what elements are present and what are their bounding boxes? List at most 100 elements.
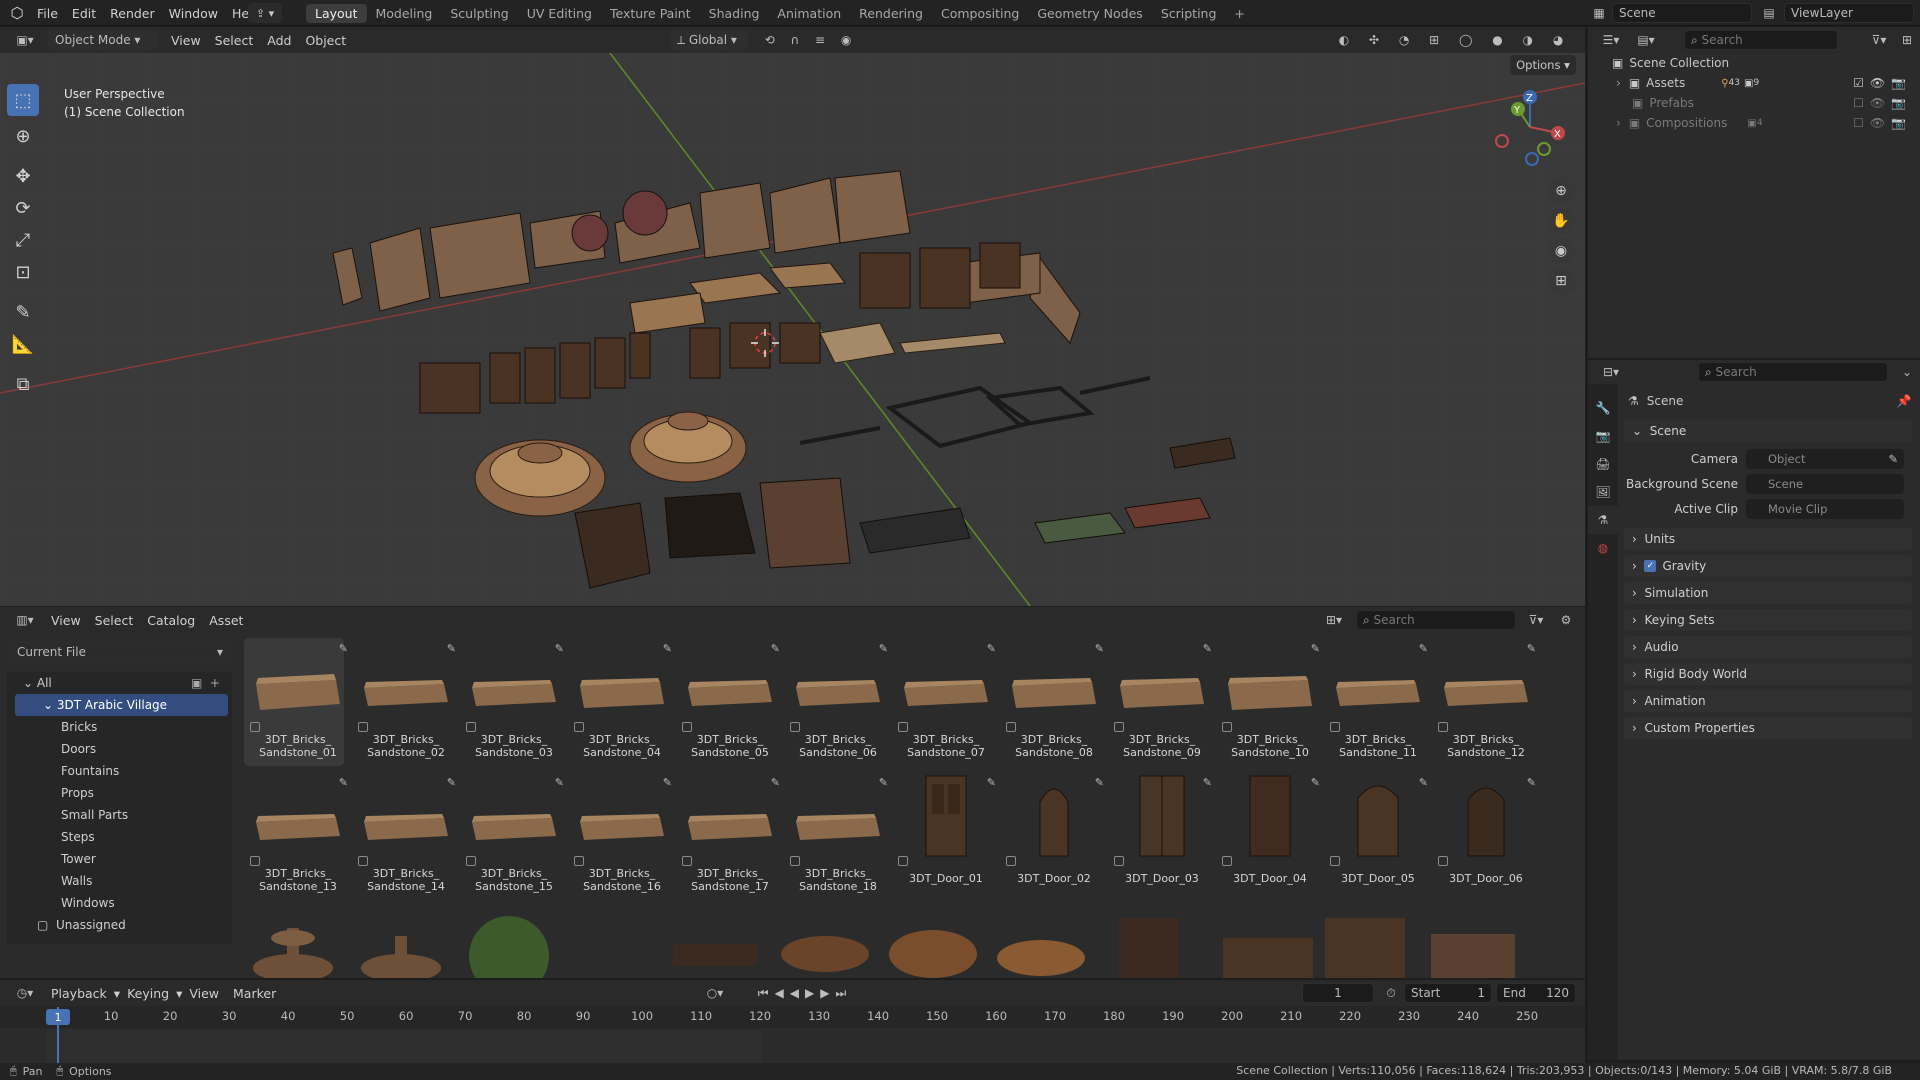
asset-checkbox[interactable] (1438, 856, 1448, 866)
catalog-props[interactable]: Props (7, 782, 232, 804)
view-layer-tab-icon[interactable]: 🖼 (1588, 478, 1618, 506)
asset-checkbox[interactable] (250, 856, 260, 866)
asset-checkbox[interactable] (1438, 722, 1448, 732)
tab-shading[interactable]: Shading (700, 4, 769, 23)
asset-checkbox[interactable] (250, 722, 260, 732)
timeline-menu-marker[interactable]: Marker (226, 986, 283, 1001)
preview-range-icon[interactable]: ⏱ (1382, 984, 1400, 1002)
asset-tile[interactable]: ✎ 3DT_Bricks_ Sandstone_06 (784, 638, 888, 766)
tab-texture-paint[interactable]: Texture Paint (601, 4, 700, 23)
expand-icon[interactable]: › (1616, 116, 1621, 130)
outliner-row-assets[interactable]: › ▣ Assets ⚲ 43 ▣ 9 ☑👁📷 (1588, 73, 1920, 93)
properties-search-input[interactable]: ⌕ Search (1698, 362, 1888, 382)
tab-modeling[interactable]: Modeling (367, 4, 442, 23)
edit-asset-icon[interactable]: ✎ (879, 776, 888, 789)
tab-geometry-nodes[interactable]: Geometry Nodes (1028, 4, 1151, 23)
tool-tab-icon[interactable]: 🔧 (1588, 394, 1618, 422)
asset-menu-view[interactable]: View (44, 613, 88, 628)
asset-checkbox[interactable] (1006, 856, 1016, 866)
edit-asset-icon[interactable]: ✎ (1419, 776, 1428, 789)
expand-icon[interactable]: › (1616, 76, 1621, 90)
catalog-doors[interactable]: Doors (7, 738, 232, 760)
asset-tile[interactable]: ✎ 3DT_Bricks_ Sandstone_16 (568, 772, 672, 900)
asset-checkbox[interactable] (1114, 722, 1124, 732)
scene-selector[interactable]: Scene (1612, 3, 1752, 23)
edit-asset-icon[interactable]: ✎ (339, 776, 348, 789)
tab-compositing[interactable]: Compositing (932, 4, 1028, 23)
catalog-small-parts[interactable]: Small Parts (7, 804, 232, 826)
asset-checkbox[interactable] (1222, 856, 1232, 866)
asset-tile[interactable]: ✎ 3DT_Bricks_ Sandstone_11 (1324, 638, 1428, 766)
edit-asset-icon[interactable]: ✎ (771, 776, 780, 789)
transform-icon[interactable]: ⊡ (7, 256, 39, 288)
catalog-fountains[interactable]: Fountains (7, 760, 232, 782)
output-tab-icon[interactable]: 🖨 (1588, 450, 1618, 478)
camera-field[interactable]: Object ✎ (1746, 449, 1904, 469)
panel-audio[interactable]: › Audio (1624, 636, 1912, 658)
asset-tile[interactable]: ✎ 3DT_Bricks_ Sandstone_02 (352, 638, 456, 766)
edit-asset-icon[interactable]: ✎ (1203, 776, 1212, 789)
tab-scripting[interactable]: Scripting (1152, 4, 1226, 23)
asset-checkbox[interactable] (358, 856, 368, 866)
asset-menu-select[interactable]: Select (88, 613, 141, 628)
asset-tile[interactable]: ✎ 3DT_Bricks_ Sandstone_08 (1000, 638, 1104, 766)
tab-sculpting[interactable]: Sculpting (441, 4, 517, 23)
panel-units[interactable]: › Units (1624, 528, 1912, 550)
edit-asset-icon[interactable]: ✎ (771, 642, 780, 655)
asset-checkbox[interactable] (898, 722, 908, 732)
asset-tile[interactable]: ✎ 3DT_Door_06 (1432, 772, 1536, 900)
asset-checkbox[interactable] (1006, 722, 1016, 732)
menu-window[interactable]: Window (162, 6, 225, 21)
asset-tile[interactable]: ✎ 3DT_Door_02 (1000, 772, 1104, 900)
options-dropdown[interactable]: Options ▾ (1510, 55, 1576, 75)
asset-tile[interactable]: ✎ 3DT_Bricks_ Sandstone_13 (244, 772, 348, 900)
asset-tile[interactable]: ✎ 3DT_Bricks_ Sandstone_12 (1432, 638, 1536, 766)
asset-checkbox[interactable] (574, 856, 584, 866)
end-frame-field[interactable]: End 120 (1496, 983, 1576, 1003)
asset-tile[interactable]: ✎ 3DT_Door_03 (1108, 772, 1212, 900)
timeline[interactable]: 10 20 30 40 50 60 70 80 90 100 110 120 130 140 150 160 1… (0, 1006, 1585, 1063)
menu-file[interactable]: File (30, 6, 65, 21)
asset-checkbox[interactable] (1330, 722, 1340, 732)
asset-checkbox[interactable] (574, 722, 584, 732)
playhead-frame[interactable]: 1 (46, 1009, 70, 1025)
outliner-filter-icon[interactable]: ⊽▾ (1864, 31, 1894, 49)
asset-checkbox[interactable] (790, 856, 800, 866)
panel-keying-sets[interactable]: › Keying Sets (1624, 609, 1912, 631)
edit-asset-icon[interactable]: ✎ (555, 642, 564, 655)
catalog-bricks[interactable]: Bricks (7, 716, 232, 738)
asset-checkbox[interactable] (682, 856, 692, 866)
cursor-icon[interactable]: ⊕ (7, 120, 39, 152)
edit-asset-icon[interactable]: ✎ (879, 642, 888, 655)
pan-hand-icon[interactable]: ✋ (1547, 207, 1575, 235)
visibility-toggles[interactable]: ☐👁📷 (1853, 96, 1912, 110)
asset-checkbox[interactable] (466, 856, 476, 866)
asset-menu-catalog[interactable]: Catalog (140, 613, 202, 628)
orientation-selector[interactable]: ⟂ Global ▾ (670, 30, 748, 50)
scene-tab-icon[interactable]: ⚗ (1588, 506, 1618, 534)
asset-checkbox[interactable] (682, 722, 692, 732)
start-frame-field[interactable]: Start 1 (1404, 983, 1492, 1003)
timeline-menu-view[interactable]: View (182, 986, 226, 1001)
outliner-editor-icon[interactable]: ☰▾ (1596, 31, 1626, 49)
active-clip-field[interactable]: Movie Clip (1746, 499, 1904, 519)
scale-icon[interactable]: ⤢ (7, 224, 39, 256)
asset-checkbox[interactable] (1222, 722, 1232, 732)
current-frame-field[interactable]: 1 (1302, 983, 1374, 1003)
panel-gravity[interactable]: › ✓ Gravity (1624, 555, 1912, 577)
asset-tile[interactable]: ✎ 3DT_Door_05 (1324, 772, 1428, 900)
outliner-row-compositions[interactable]: › ▣ Compositions ▣ 4 ☐👁📷 (1588, 113, 1920, 133)
gravity-checkbox[interactable]: ✓ (1644, 560, 1657, 572)
menu-render[interactable]: Render (103, 6, 162, 21)
move-icon[interactable]: ✥ (7, 160, 39, 192)
menu-edit[interactable]: Edit (65, 6, 103, 21)
measure-icon[interactable]: 📐 (7, 328, 39, 360)
asset-checkbox[interactable] (1114, 856, 1124, 866)
asset-tile[interactable]: ✎ 3DT_Bricks_ Sandstone_09 (1108, 638, 1212, 766)
timeline-menu-playback[interactable]: Playback (44, 986, 114, 1001)
asset-editor-type-icon[interactable]: ▥▾ (10, 611, 40, 629)
editor-type-icon[interactable]: ▣▾ (10, 31, 40, 49)
outliner-row-prefabs[interactable]: ▣ Prefabs ☐👁📷 (1588, 93, 1920, 113)
rotate-icon[interactable]: ⟳ (7, 192, 39, 224)
catalog-add-icon[interactable]: ▣ + (191, 676, 220, 690)
